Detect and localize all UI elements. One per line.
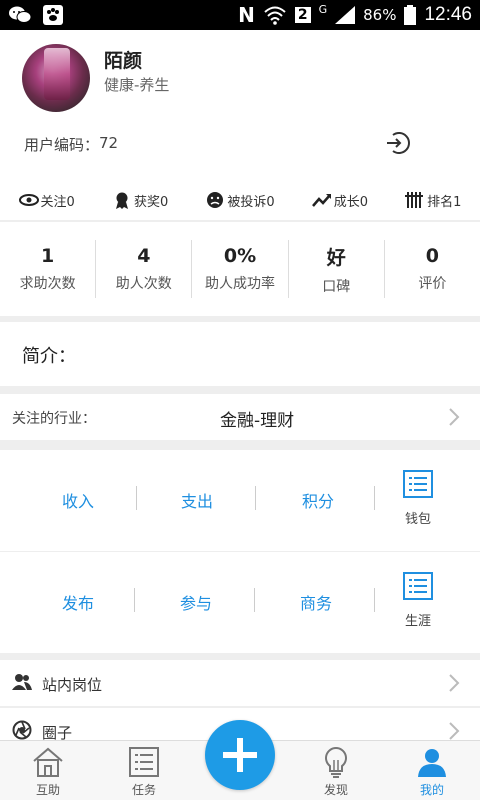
aperture-icon: [12, 720, 32, 740]
signal-icon: [335, 6, 356, 24]
career-label: 生涯: [404, 614, 431, 629]
nav-mutual-help[interactable]: 互助: [13, 745, 83, 798]
wallet-list-icon: [403, 470, 433, 498]
metric-value: 4: [137, 245, 151, 267]
divider: [255, 486, 256, 510]
metric-success-rate[interactable]: 0% 助人成功率: [192, 240, 289, 298]
list-item-onsite-jobs[interactable]: 站内岗位: [0, 660, 480, 706]
wallet-label: 钱包: [404, 512, 431, 527]
bulb-icon: [325, 746, 347, 778]
metric-label: 助人次数: [115, 276, 172, 292]
status-bar: N 2 G 86% 12:46: [0, 0, 480, 30]
metrics-row: 1 求助次数 4 助人次数 0% 助人成功率 好 口碑 0 评价: [0, 222, 480, 316]
publish-link[interactable]: 发布: [62, 590, 94, 614]
metric-value: 好: [326, 246, 346, 269]
nav-label: 发现: [323, 783, 348, 797]
industry-label: 关注的行业：: [12, 411, 96, 427]
user-code-label: 用户编码：: [24, 136, 100, 154]
career-section: 发布 参与 商务 生涯: [0, 552, 480, 653]
nav-label: 我的: [419, 783, 444, 797]
industry-value: 金融-理财: [220, 411, 295, 431]
nav-tasks[interactable]: 任务: [109, 745, 179, 798]
stat-growth[interactable]: 成长0: [311, 191, 368, 210]
plus-icon: [223, 738, 257, 772]
avatar[interactable]: [22, 44, 90, 112]
nav-label: 任务: [131, 783, 156, 797]
divider: [374, 588, 375, 612]
logout-icon[interactable]: [384, 130, 410, 156]
career-list-icon: [403, 572, 433, 600]
nav-label: 互助: [35, 783, 60, 797]
nfc-icon: N: [238, 3, 255, 27]
user-name: 陌颜: [104, 50, 143, 72]
metric-help-requests[interactable]: 1 求助次数: [0, 240, 97, 298]
sad-face-icon: [207, 192, 224, 208]
add-button[interactable]: [205, 720, 275, 790]
metric-reviews[interactable]: 0 评价: [385, 240, 480, 298]
network-type: G: [318, 3, 328, 16]
business-link[interactable]: 商务: [300, 590, 332, 614]
sim-badge: 2: [294, 7, 311, 23]
profile-card: 陌颜 健康-养生 用户编码： 72 关注0 获奖0 被投诉0 成长0 排名1: [0, 30, 480, 220]
user-tag: 健康-养生: [104, 76, 170, 94]
battery-percent: 86%: [363, 6, 397, 24]
industry-row[interactable]: 关注的行业： 金融-理财: [0, 394, 480, 440]
ranking-icon: [405, 192, 424, 208]
metric-value: 0%: [223, 245, 257, 267]
divider: [254, 588, 255, 612]
career-button[interactable]: 生涯: [398, 572, 438, 629]
stat-ranking[interactable]: 排名1: [405, 191, 461, 210]
award-icon: [115, 192, 128, 209]
metric-value: 0: [425, 245, 440, 267]
chevron-right-icon: [449, 408, 460, 426]
divider: [134, 588, 135, 612]
metric-reputation[interactable]: 好 口碑: [289, 240, 385, 298]
user-code-value: 72: [99, 134, 119, 152]
clock: 12:46: [424, 4, 472, 25]
stat-growth-label: 成长0: [333, 194, 368, 210]
income-link[interactable]: 收入: [62, 488, 94, 512]
battery-icon: [404, 5, 417, 25]
nav-discover[interactable]: 发现: [301, 745, 371, 798]
wechat-icon: [8, 5, 32, 25]
divider: [136, 486, 137, 510]
intro-label: 简介：: [22, 346, 76, 367]
metric-value: 1: [40, 245, 55, 267]
chevron-right-icon: [449, 722, 460, 740]
stat-award[interactable]: 获奖0: [112, 191, 168, 210]
user-code: 用户编码： 72: [24, 134, 118, 155]
points-link[interactable]: 积分: [302, 488, 334, 512]
home-icon: [33, 747, 63, 777]
eye-icon: [18, 194, 39, 206]
chevron-right-icon: [449, 674, 460, 692]
list-item-label: 站内岗位: [42, 676, 103, 694]
wifi-icon: [263, 5, 287, 25]
metric-helped-count[interactable]: 4 助人次数: [96, 240, 193, 298]
nav-mine[interactable]: 我的: [397, 745, 467, 798]
trend-icon: [311, 194, 331, 207]
paw-icon: [42, 4, 64, 26]
person-icon: [418, 749, 446, 777]
wallet-button[interactable]: 钱包: [398, 470, 438, 527]
stat-follow[interactable]: 关注0: [18, 191, 75, 210]
list-icon: [129, 747, 159, 777]
stat-follow-label: 关注0: [40, 194, 75, 210]
stat-complaint-label: 被投诉0: [227, 194, 275, 210]
stat-award-label: 获奖0: [133, 194, 169, 210]
stat-complaint[interactable]: 被投诉0: [205, 191, 275, 210]
people-icon: [12, 674, 32, 690]
metric-label: 求助次数: [19, 276, 76, 292]
stats-icons-row: 关注0 获奖0 被投诉0 成长0 排名1: [0, 180, 480, 220]
intro-section[interactable]: 简介：: [0, 322, 480, 386]
wallet-section: 收入 支出 积分 钱包: [0, 450, 480, 551]
divider: [374, 486, 375, 510]
participate-link[interactable]: 参与: [180, 590, 212, 614]
expense-link[interactable]: 支出: [181, 488, 213, 512]
metric-label: 助人成功率: [205, 276, 275, 292]
stat-ranking-label: 排名1: [427, 194, 462, 210]
metric-label: 评价: [418, 276, 447, 292]
metric-label: 口碑: [322, 278, 351, 295]
